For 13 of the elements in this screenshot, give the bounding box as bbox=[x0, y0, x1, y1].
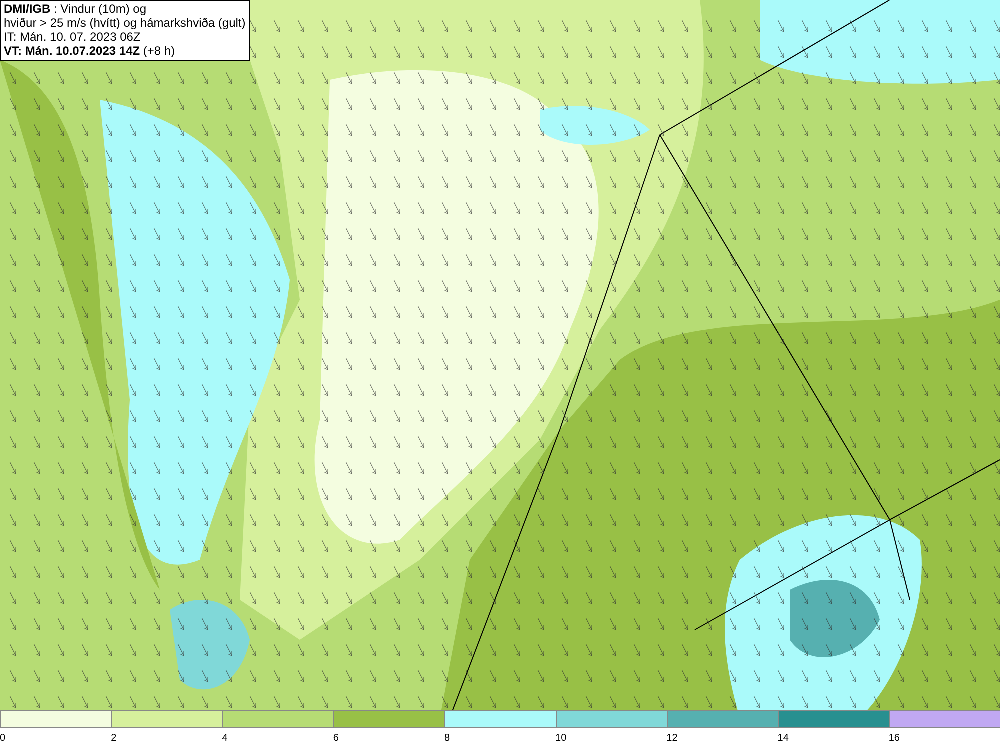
info-line: IT: Mán. 10. 07. 2023 06Z bbox=[4, 30, 142, 44]
scale-tick-label: 16 bbox=[888, 733, 900, 745]
scale-tick-label: 2 bbox=[111, 733, 117, 745]
info-line: DMI/IGB : Vindur (10m) og bbox=[4, 2, 148, 16]
info-line: hviður > 25 m/s (hvítt) og hámarkshviða (gult) bbox=[4, 16, 246, 30]
scale-tick-label: 10 bbox=[556, 733, 567, 745]
scale-tick-label: 6 bbox=[333, 733, 339, 745]
scale-tick-label: 4 bbox=[222, 733, 228, 745]
scale-tick-label: 0 bbox=[0, 733, 6, 745]
scale-tick-label: 14 bbox=[778, 733, 789, 745]
scale-tick-label: 12 bbox=[666, 733, 678, 745]
scale-tick-label: 8 bbox=[444, 733, 450, 745]
info-line: VT: Mán. 10.07.2023 14Z (+8 h) bbox=[4, 44, 176, 58]
